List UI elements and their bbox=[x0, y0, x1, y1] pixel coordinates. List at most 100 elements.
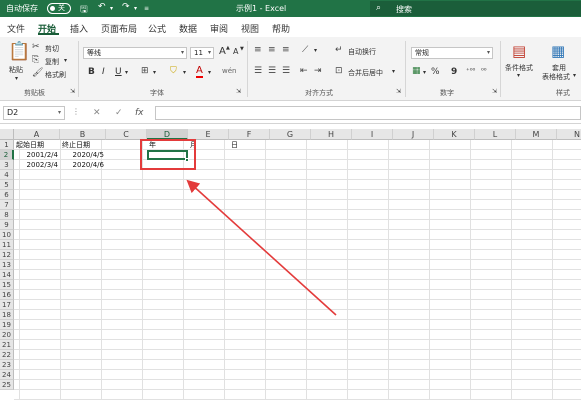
name-box-value: D2 bbox=[7, 108, 19, 117]
increase-indent-icon[interactable]: ⇥ bbox=[314, 66, 322, 76]
paste-dropdown-icon[interactable]: ▾ bbox=[15, 75, 18, 82]
font-name-value: 等线 bbox=[87, 49, 101, 57]
wrap-text-button[interactable]: 自动换行 bbox=[348, 47, 376, 57]
customize-toolbar-icon[interactable]: ≡ bbox=[144, 5, 149, 12]
conditional-formatting-dropdown-icon[interactable]: ▾ bbox=[517, 72, 520, 79]
align-center-icon[interactable]: ☰ bbox=[268, 66, 276, 76]
tab-page-layout[interactable]: 页面布局 bbox=[101, 22, 137, 35]
formula-input[interactable] bbox=[155, 106, 581, 120]
shrink-font-button[interactable]: A bbox=[233, 47, 238, 56]
merge-cells-icon: ⊡ bbox=[335, 66, 343, 76]
chevron-down-icon: ▾ bbox=[486, 49, 490, 56]
increase-decimal-icon[interactable]: ⁺⁰⁰ bbox=[466, 67, 475, 75]
format-as-table-dropdown-icon[interactable]: ▾ bbox=[573, 72, 576, 79]
bold-button[interactable]: B bbox=[88, 67, 95, 77]
enter-icon[interactable]: ✓ bbox=[115, 108, 123, 118]
number-group-label: 数字 bbox=[440, 89, 454, 97]
tab-help[interactable]: 帮助 bbox=[272, 22, 290, 35]
tab-review[interactable]: 审阅 bbox=[210, 22, 228, 35]
copy-dropdown-icon[interactable]: ▾ bbox=[64, 57, 67, 64]
ribbon-separator bbox=[405, 41, 406, 97]
percent-button[interactable]: % bbox=[431, 67, 440, 77]
ribbon: 📋 粘贴 ▾ ✂ 剪切 ⎘ 复制 ▾ 🖌 格式刷 剪贴板 ⇲ 等线 ▾ 11 ▾… bbox=[0, 37, 581, 101]
alignment-launcher-icon[interactable]: ⇲ bbox=[396, 88, 401, 95]
currency-icon[interactable]: ▦ bbox=[412, 66, 421, 76]
font-launcher-icon[interactable]: ⇲ bbox=[236, 88, 241, 95]
number-format-dropdown[interactable]: 常规 ▾ bbox=[411, 47, 493, 59]
comma-style-button[interactable]: 9 bbox=[451, 67, 457, 77]
borders-icon[interactable]: ⊞ bbox=[141, 66, 149, 76]
merge-dropdown-icon[interactable]: ▾ bbox=[392, 68, 395, 75]
undo-dropdown-icon[interactable]: ▾ bbox=[110, 5, 113, 12]
format-painter-button[interactable]: 格式刷 bbox=[45, 70, 66, 80]
align-top-icon[interactable]: ≡ bbox=[254, 45, 262, 55]
ribbon-tabs: 文件 开始 插入 页面布局 公式 数据 审阅 视图 帮助 bbox=[0, 17, 581, 37]
worksheet-grid[interactable]: A B C D E F G H I J K L M N 1 2 3 4 5 6 … bbox=[0, 129, 581, 400]
styles-group-label: 样式 bbox=[556, 89, 570, 97]
italic-button[interactable]: I bbox=[102, 67, 105, 77]
orientation-dropdown-icon[interactable]: ▾ bbox=[314, 47, 317, 54]
redo-dropdown-icon[interactable]: ▾ bbox=[134, 5, 137, 12]
font-color-button[interactable]: A bbox=[196, 65, 203, 78]
align-bottom-icon[interactable]: ≡ bbox=[282, 45, 290, 55]
font-size-value: 11 bbox=[194, 49, 203, 57]
format-as-table-icon: ▦ bbox=[551, 42, 566, 60]
fill-color-dropdown-icon[interactable]: ▾ bbox=[183, 69, 186, 76]
align-left-icon[interactable]: ☰ bbox=[254, 66, 262, 76]
number-launcher-icon[interactable]: ⇲ bbox=[492, 88, 497, 95]
font-name-dropdown[interactable]: 等线 ▾ bbox=[83, 47, 187, 59]
font-color-dropdown-icon[interactable]: ▾ bbox=[208, 69, 211, 76]
title-bar: 自动保存 关 🖫 ↶ ▾ ↷ ▾ ≡ 示例1 - Excel ⌕ 搜索 bbox=[0, 0, 581, 17]
scissors-icon: ✂ bbox=[32, 42, 40, 52]
active-tab-indicator bbox=[38, 33, 59, 35]
grow-font-button[interactable]: A bbox=[219, 46, 226, 57]
cut-button[interactable]: 剪切 bbox=[45, 44, 59, 54]
autosave-toggle[interactable]: 关 bbox=[47, 3, 71, 14]
document-title: 示例1 - Excel bbox=[236, 4, 287, 13]
underline-button[interactable]: U bbox=[115, 67, 122, 77]
autosave-state: 关 bbox=[58, 4, 65, 12]
phonetic-icon[interactable]: wén bbox=[222, 67, 236, 75]
decrease-decimal-icon[interactable]: ⁰⁰ bbox=[481, 67, 487, 75]
font-size-dropdown[interactable]: 11 ▾ bbox=[190, 47, 214, 59]
align-middle-icon[interactable]: ≡ bbox=[268, 45, 276, 55]
clipboard-launcher-icon[interactable]: ⇲ bbox=[70, 88, 75, 95]
paste-icon[interactable]: 📋 bbox=[8, 41, 30, 62]
insert-function-icon[interactable]: fx bbox=[135, 108, 144, 118]
undo-icon[interactable]: ↶ bbox=[98, 2, 106, 12]
fill-color-icon[interactable]: ⛉ bbox=[170, 66, 177, 76]
paste-button[interactable]: 粘贴 bbox=[9, 65, 23, 75]
number-format-value: 常规 bbox=[415, 49, 429, 57]
chevron-down-icon: ▾ bbox=[180, 49, 184, 56]
tab-view[interactable]: 视图 bbox=[241, 22, 259, 35]
toggle-knob bbox=[50, 6, 55, 11]
borders-dropdown-icon[interactable]: ▾ bbox=[153, 69, 156, 76]
copy-button[interactable]: 复制 bbox=[45, 57, 59, 67]
name-box[interactable]: D2 ▾ bbox=[3, 106, 65, 120]
formula-bar: D2 ▾ ⋮ ✕ ✓ fx bbox=[0, 101, 581, 124]
conditional-formatting-icon: ▤ bbox=[512, 42, 527, 60]
format-as-table-label[interactable]: 表格格式 bbox=[542, 72, 570, 82]
alignment-group-label: 对齐方式 bbox=[305, 89, 333, 97]
ribbon-separator bbox=[78, 41, 79, 97]
redo-icon[interactable]: ↷ bbox=[122, 2, 130, 12]
format-painter-icon: 🖌 bbox=[32, 68, 44, 78]
align-right-icon[interactable]: ☰ bbox=[282, 66, 290, 76]
save-icon[interactable]: 🖫 bbox=[80, 2, 88, 18]
wrap-text-icon: ↵ bbox=[335, 45, 343, 55]
shrink-font-caret-icon: ▼ bbox=[240, 46, 244, 52]
more-options-icon[interactable]: ⋮ bbox=[72, 107, 80, 116]
tab-file[interactable]: 文件 bbox=[7, 22, 25, 35]
ribbon-separator bbox=[247, 41, 248, 97]
cancel-icon[interactable]: ✕ bbox=[93, 108, 101, 118]
tab-data[interactable]: 数据 bbox=[179, 22, 197, 35]
currency-dropdown-icon[interactable]: ▾ bbox=[423, 69, 426, 76]
decrease-indent-icon[interactable]: ⇤ bbox=[300, 66, 308, 76]
search-box[interactable]: ⌕ 搜索 bbox=[370, 1, 581, 16]
tab-formulas[interactable]: 公式 bbox=[148, 22, 166, 35]
copy-icon: ⎘ bbox=[32, 55, 40, 65]
orientation-icon[interactable]: ⟋ bbox=[302, 45, 308, 55]
tab-insert[interactable]: 插入 bbox=[70, 22, 88, 35]
merge-center-button[interactable]: 合并后居中 bbox=[348, 68, 383, 78]
underline-dropdown-icon[interactable]: ▾ bbox=[125, 69, 128, 76]
